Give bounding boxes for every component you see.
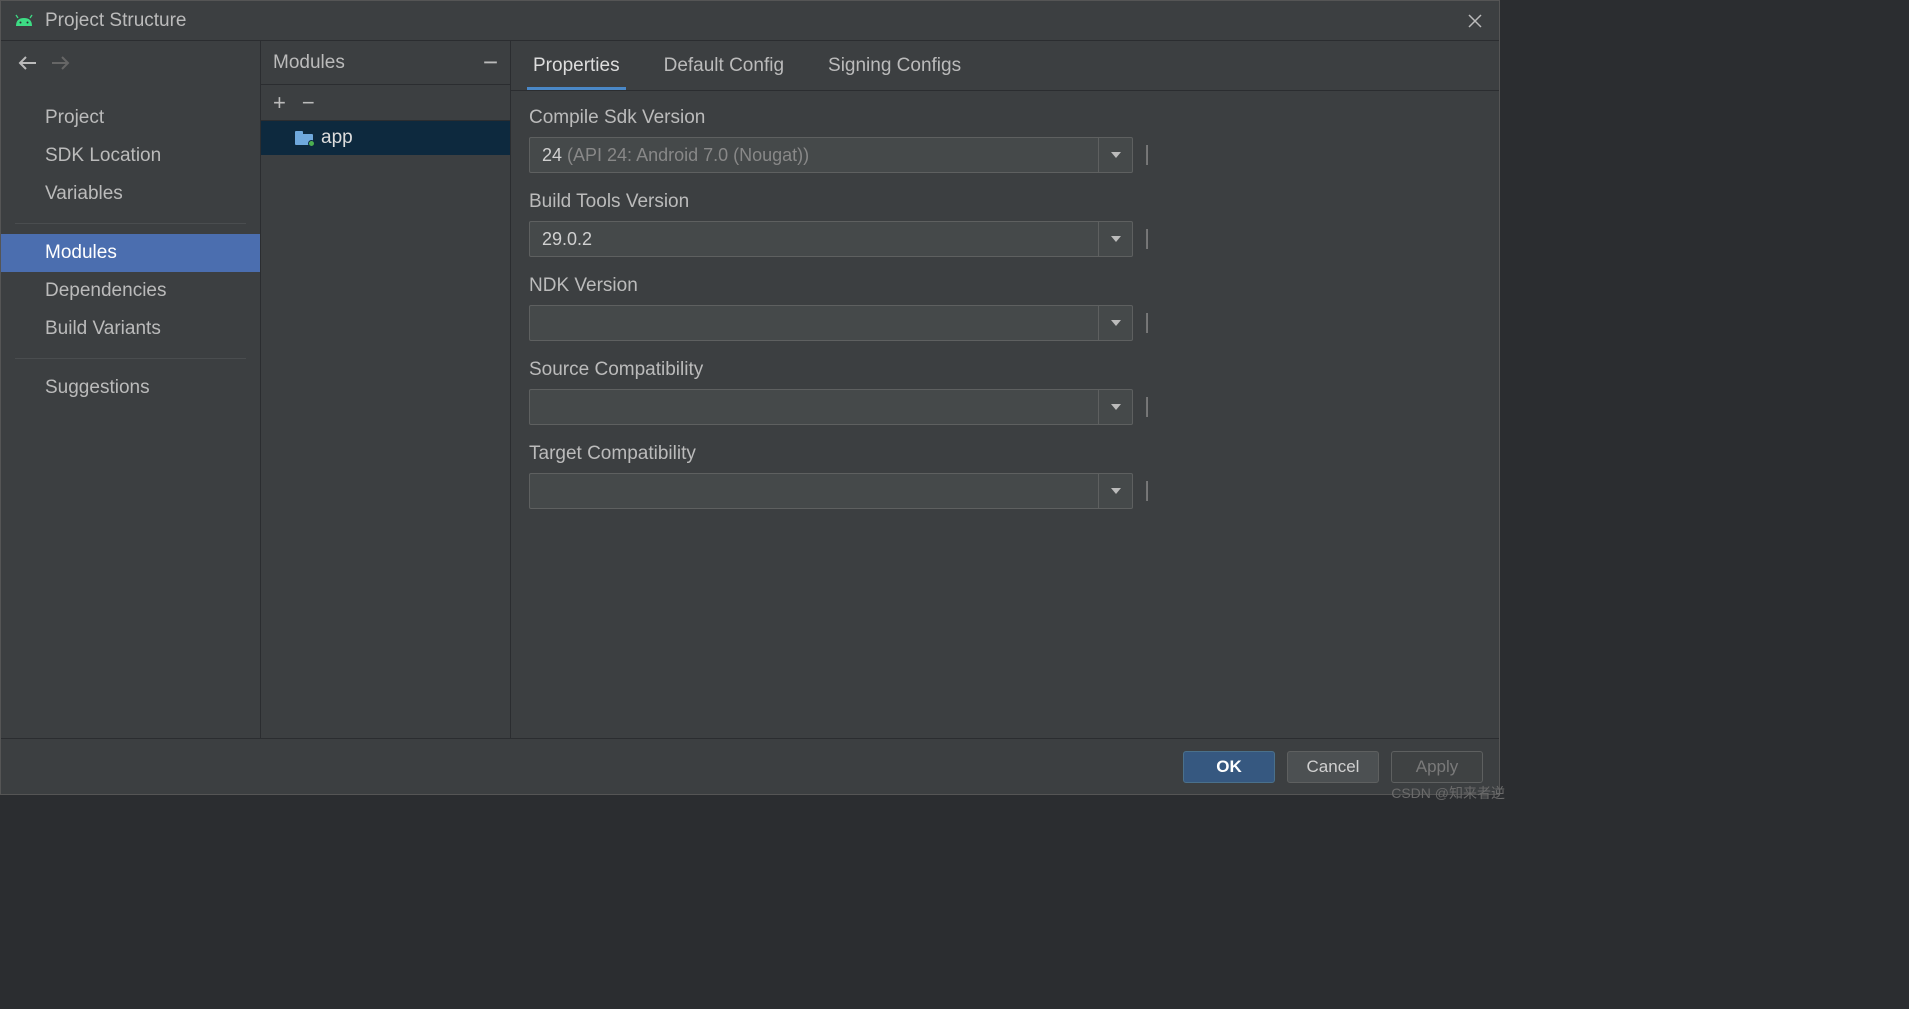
expand-handle[interactable]: ⎸⎸ <box>1141 312 1151 334</box>
tabs: Properties Default Config Signing Config… <box>511 41 1499 91</box>
cancel-button[interactable]: Cancel <box>1287 751 1379 783</box>
titlebar: Project Structure <box>1 1 1499 41</box>
android-icon <box>13 14 35 28</box>
modules-panel-header: Modules − <box>261 41 510 85</box>
target-compat-combo[interactable] <box>529 473 1133 509</box>
tab-signing-configs[interactable]: Signing Configs <box>824 43 965 89</box>
field-source-compat: Source Compatibility ⎸⎸ <box>529 359 1481 425</box>
dialog-title: Project Structure <box>45 10 1463 32</box>
add-module-button[interactable]: + <box>273 92 286 114</box>
back-button[interactable] <box>17 53 37 73</box>
nav-item-sdk-location[interactable]: SDK Location <box>1 137 260 175</box>
build-tools-combo[interactable]: 29.0.2 <box>529 221 1133 257</box>
modules-panel-title: Modules <box>273 52 483 74</box>
remove-module-button[interactable]: − <box>302 92 315 114</box>
expand-handle[interactable]: ⎸⎸ <box>1141 144 1151 166</box>
properties-form: Compile Sdk Version 24 (API 24: Android … <box>511 91 1499 525</box>
main-panel: Properties Default Config Signing Config… <box>511 41 1499 738</box>
nav-separator <box>15 223 246 224</box>
source-compat-label: Source Compatibility <box>529 359 1481 381</box>
nav-item-project[interactable]: Project <box>1 99 260 137</box>
expand-handle[interactable]: ⎸⎸ <box>1141 228 1151 250</box>
module-folder-icon <box>295 131 313 145</box>
close-button[interactable] <box>1463 9 1487 33</box>
watermark: CSDN @知来者逆 <box>1391 783 1505 803</box>
modules-toolbar: + − <box>261 85 510 121</box>
forward-button[interactable] <box>51 53 71 73</box>
chevron-down-icon[interactable] <box>1098 306 1132 340</box>
ok-button[interactable]: OK <box>1183 751 1275 783</box>
dialog-footer: OK Cancel Apply <box>1 738 1499 794</box>
ndk-combo[interactable] <box>529 305 1133 341</box>
left-nav: Project SDK Location Variables Modules D… <box>1 41 261 738</box>
chevron-down-icon[interactable] <box>1098 138 1132 172</box>
target-compat-label: Target Compatibility <box>529 443 1481 465</box>
nav-toolbar <box>1 41 260 85</box>
nav-item-build-variants[interactable]: Build Variants <box>1 310 260 348</box>
apply-button[interactable]: Apply <box>1391 751 1483 783</box>
compile-sdk-combo[interactable]: 24 (API 24: Android 7.0 (Nougat)) <box>529 137 1133 173</box>
expand-handle[interactable]: ⎸⎸ <box>1141 396 1151 418</box>
chevron-down-icon[interactable] <box>1098 474 1132 508</box>
ndk-label: NDK Version <box>529 275 1481 297</box>
compile-sdk-value: 24 (API 24: Android 7.0 (Nougat)) <box>530 145 1098 166</box>
dialog-body: Project SDK Location Variables Modules D… <box>1 41 1499 738</box>
nav-item-modules[interactable]: Modules <box>1 234 260 272</box>
module-item-label: app <box>321 127 353 149</box>
source-compat-combo[interactable] <box>529 389 1133 425</box>
field-target-compat: Target Compatibility ⎸⎸ <box>529 443 1481 509</box>
modules-panel: Modules − + − app <box>261 41 511 738</box>
build-tools-value: 29.0.2 <box>530 229 1098 250</box>
tab-properties[interactable]: Properties <box>529 43 624 89</box>
chevron-down-icon[interactable] <box>1098 390 1132 424</box>
nav-separator <box>15 358 246 359</box>
module-item-app[interactable]: app <box>261 121 510 155</box>
project-structure-dialog: Project Structure Project SDK Location V… <box>0 0 1500 795</box>
field-ndk: NDK Version ⎸⎸ <box>529 275 1481 341</box>
collapse-icon[interactable]: − <box>483 47 498 78</box>
expand-handle[interactable]: ⎸⎸ <box>1141 480 1151 502</box>
nav-items: Project SDK Location Variables Modules D… <box>1 85 260 407</box>
nav-item-suggestions[interactable]: Suggestions <box>1 369 260 407</box>
nav-item-variables[interactable]: Variables <box>1 175 260 213</box>
chevron-down-icon[interactable] <box>1098 222 1132 256</box>
build-tools-label: Build Tools Version <box>529 191 1481 213</box>
compile-sdk-label: Compile Sdk Version <box>529 107 1481 129</box>
tab-default-config[interactable]: Default Config <box>660 43 788 89</box>
nav-item-dependencies[interactable]: Dependencies <box>1 272 260 310</box>
module-list: app <box>261 121 510 738</box>
field-build-tools: Build Tools Version 29.0.2 ⎸⎸ <box>529 191 1481 257</box>
field-compile-sdk: Compile Sdk Version 24 (API 24: Android … <box>529 107 1481 173</box>
